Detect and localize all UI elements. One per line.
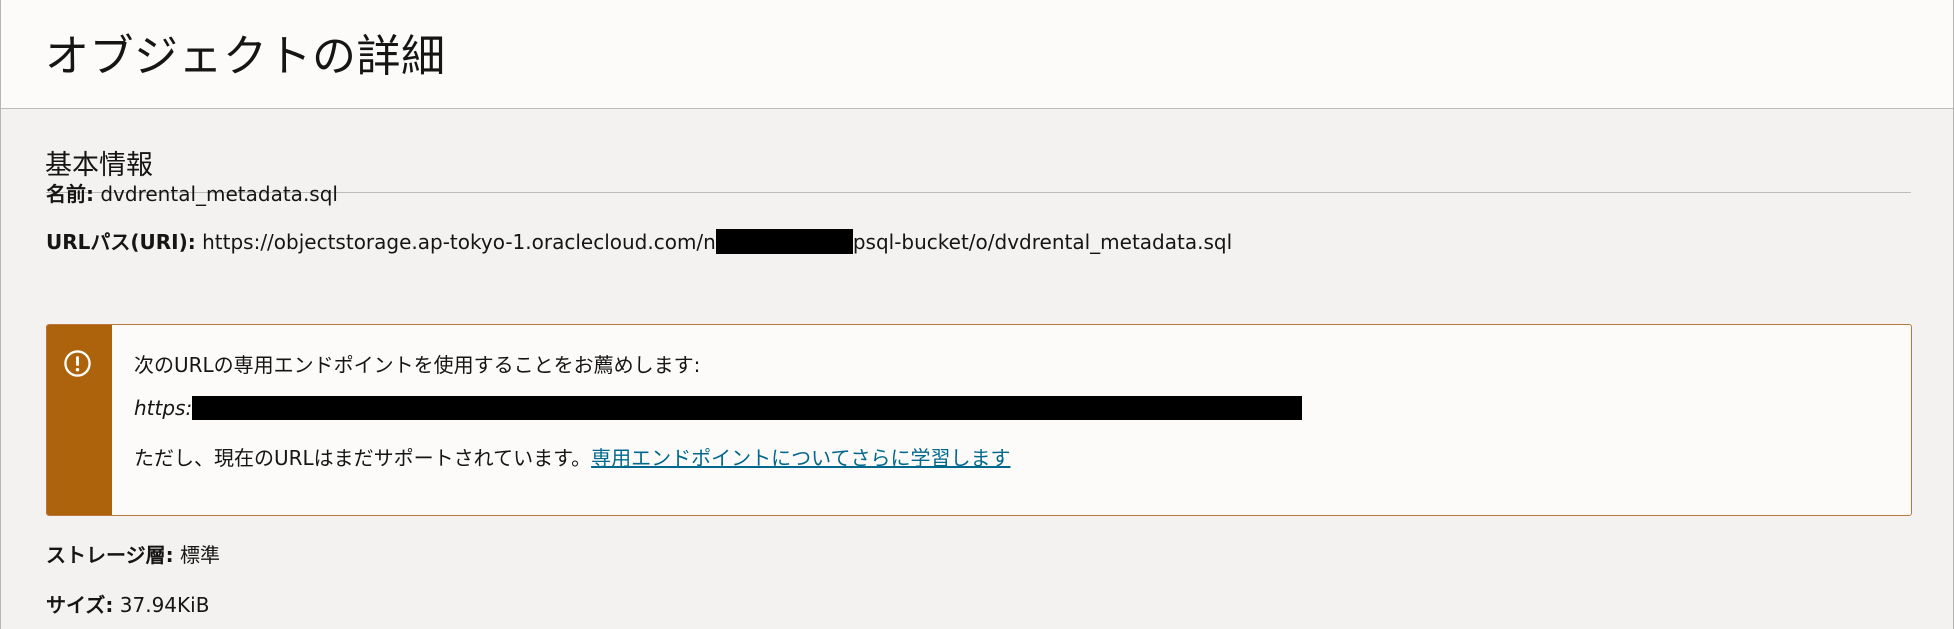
name-value: dvdrental_metadata.sql [100, 182, 338, 206]
redacted-namespace [715, 229, 853, 254]
endpoint-url-prefix: https: [134, 396, 193, 420]
redacted-endpoint-url [192, 395, 1303, 420]
exclamation-circle-icon [64, 350, 91, 377]
name-field: 名前: dvdrental_metadata.sql [46, 178, 338, 207]
name-label: 名前: [46, 182, 94, 206]
learn-more-link[interactable]: 専用エンドポイントについてさらに学習します [591, 446, 1010, 470]
size-field: サイズ: 37.94KiB [46, 589, 209, 618]
main-content: 基本情報 名前: dvdrental_metadata.sql URLパス(UR… [0, 109, 1954, 629]
storage-tier-field: ストレージ層: 標準 [46, 539, 220, 568]
page-header: オブジェクトの詳細 [0, 0, 1954, 109]
uri-prefix: https://objectstorage.ap-tokyo-1.oraclec… [202, 230, 716, 254]
uri-field: URLパス(URI): https://objectstorage.ap-tok… [46, 226, 1232, 255]
size-label: サイズ: [46, 593, 114, 617]
storage-tier-label: ストレージ層: [46, 543, 174, 567]
notice-support-line: ただし、現在のURLはまだサポートされています。専用エンドポイントについてさらに… [134, 442, 1010, 471]
dedicated-endpoint-notice: 次のURLの専用エンドポイントを使用することをお薦めします: https: ただ… [46, 324, 1912, 516]
size-value: 37.94KiB [119, 593, 210, 617]
uri-suffix: psql-bucket/o/dvdrental_metadata.sql [852, 230, 1233, 254]
section-title: 基本情報 [45, 150, 153, 181]
endpoint-url: https: [134, 395, 1303, 420]
storage-tier-value: 標準 [179, 543, 220, 567]
uri-label: URLパス(URI): [46, 230, 196, 254]
notice-message: 次のURLの専用エンドポイントを使用することをお薦めします: [134, 353, 701, 377]
warning-stripe [47, 325, 112, 515]
support-text: ただし、現在のURLはまだサポートされています。 [134, 446, 592, 470]
page-title: オブジェクトの詳細 [45, 31, 446, 82]
